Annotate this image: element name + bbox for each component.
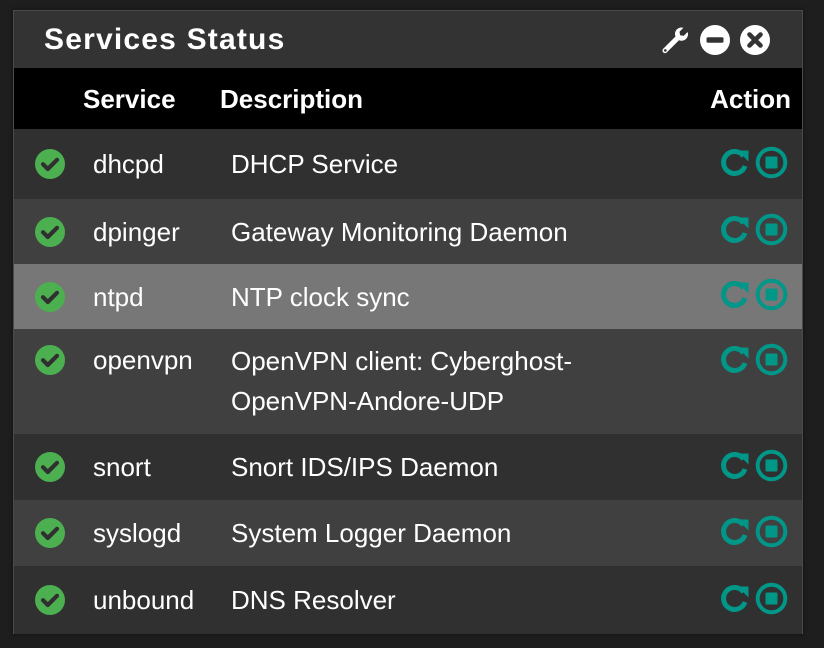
table-row-dhcpd: dhcpd DHCP Service	[14, 129, 802, 199]
restart-service-icon[interactable]	[718, 343, 751, 376]
stop-service-icon[interactable]	[755, 582, 788, 615]
services-table-body: dhcpd DHCP Service dpinger Gateway Monit…	[14, 129, 802, 634]
status-running-icon	[35, 345, 65, 375]
restart-service-icon[interactable]	[718, 515, 751, 548]
column-header-service[interactable]: Service	[83, 84, 176, 115]
service-actions	[718, 449, 788, 482]
services-status-widget: Services Status Service Description Acti…	[13, 10, 803, 634]
stop-service-icon[interactable]	[755, 213, 788, 246]
service-actions	[718, 515, 788, 548]
stop-service-icon[interactable]	[755, 515, 788, 548]
table-row-dpinger: dpinger Gateway Monitoring Daemon	[14, 199, 802, 264]
service-description: Snort IDS/IPS Daemon	[231, 452, 499, 482]
restart-service-icon[interactable]	[718, 213, 751, 246]
service-name: unbound	[93, 585, 195, 615]
service-name: openvpn	[93, 345, 193, 375]
status-running-icon	[35, 149, 65, 179]
service-name: dpinger	[93, 217, 180, 247]
table-row-unbound: unbound DNS Resolver	[14, 566, 802, 634]
stop-service-icon[interactable]	[755, 449, 788, 482]
widget-header: Services Status	[14, 11, 802, 68]
widget-title: Services Status	[44, 23, 286, 56]
service-name: ntpd	[93, 282, 144, 312]
service-actions	[718, 213, 788, 246]
status-running-icon	[35, 217, 65, 247]
widget-controls	[659, 24, 771, 56]
service-description: NTP clock sync	[231, 282, 410, 312]
status-running-icon	[35, 585, 65, 615]
status-running-icon	[35, 282, 65, 312]
service-name: syslogd	[93, 518, 182, 548]
column-header-description[interactable]: Description	[220, 84, 363, 115]
table-row-ntpd: ntpd NTP clock sync	[14, 264, 802, 329]
table-row-snort: snort Snort IDS/IPS Daemon	[14, 434, 802, 500]
wrench-icon[interactable]	[659, 24, 691, 56]
minimize-icon[interactable]	[699, 24, 731, 56]
service-description: DNS Resolver	[231, 585, 396, 615]
close-icon[interactable]	[739, 24, 771, 56]
restart-service-icon[interactable]	[718, 582, 751, 615]
service-actions	[718, 146, 788, 179]
service-name: snort	[93, 452, 151, 482]
status-running-icon	[35, 518, 65, 548]
column-header-action: Action	[710, 84, 791, 114]
restart-service-icon[interactable]	[718, 146, 751, 179]
service-description: OpenVPN client: Cyberghost-OpenVPN-Andor…	[231, 346, 573, 416]
stop-service-icon[interactable]	[755, 343, 788, 376]
service-actions	[718, 278, 788, 311]
service-actions	[718, 582, 788, 615]
table-row-openvpn: openvpn OpenVPN client: Cyberghost-OpenV…	[14, 329, 802, 434]
service-description: System Logger Daemon	[231, 518, 512, 548]
table-header: Service Description Action	[14, 68, 802, 129]
service-name: dhcpd	[93, 149, 164, 179]
service-description: DHCP Service	[231, 149, 399, 179]
restart-service-icon[interactable]	[718, 278, 751, 311]
table-row-syslogd: syslogd System Logger Daemon	[14, 500, 802, 566]
status-running-icon	[35, 452, 65, 482]
service-actions	[718, 343, 788, 376]
stop-service-icon[interactable]	[755, 278, 788, 311]
restart-service-icon[interactable]	[718, 449, 751, 482]
service-description: Gateway Monitoring Daemon	[231, 217, 568, 247]
stop-service-icon[interactable]	[755, 146, 788, 179]
